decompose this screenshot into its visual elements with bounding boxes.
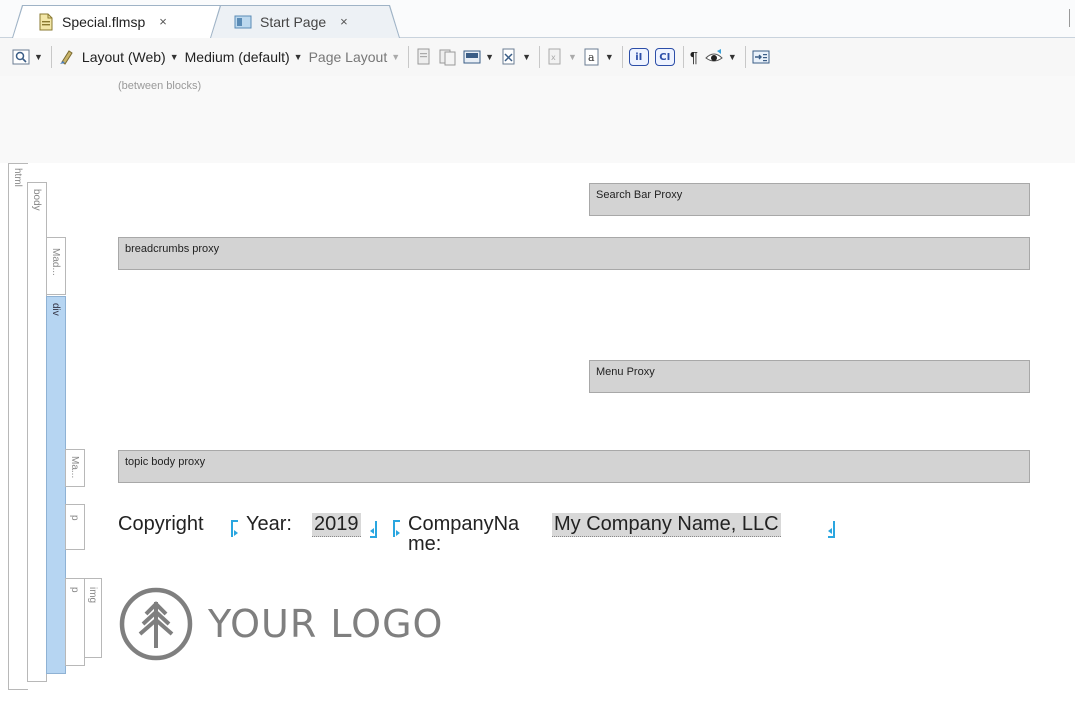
structure-label-body: body xyxy=(31,189,42,211)
chevron-down-icon: ▼ xyxy=(293,52,303,62)
variable-end-bracket-icon xyxy=(828,521,835,538)
chevron-down-icon: ▼ xyxy=(391,52,401,62)
close-icon[interactable]: × xyxy=(340,14,348,29)
insert-ci-button[interactable]: CI xyxy=(654,45,675,69)
structure-bar-div[interactable]: div xyxy=(46,296,66,674)
structure-label-img: img xyxy=(87,587,98,604)
chevron-down-icon: ▼ xyxy=(727,52,737,62)
magnifier-page-icon xyxy=(12,49,30,65)
image-frame-icon xyxy=(463,50,481,64)
variable-end-bracket-icon xyxy=(370,521,377,538)
preview-dropdown[interactable]: ▼ xyxy=(12,45,43,69)
close-icon[interactable]: × xyxy=(159,14,167,29)
tab-label: Start Page xyxy=(260,13,327,30)
structure-bar-img[interactable]: img xyxy=(84,578,102,658)
structure-bar-html[interactable]: html xyxy=(8,163,28,690)
remove-dropdown[interactable]: ▼ xyxy=(500,45,531,69)
text-dropdown[interactable]: a ▼ xyxy=(583,45,614,69)
layout-label: Layout (Web) xyxy=(81,49,166,65)
structure-bar-body[interactable]: body xyxy=(27,182,47,682)
variable-start-bracket-icon xyxy=(231,520,238,537)
svg-text:x: x xyxy=(551,53,556,62)
variable-dropdown[interactable]: x ▼ xyxy=(546,45,577,69)
year-variable-label: Year: xyxy=(246,513,292,535)
visibility-dropdown[interactable]: ▼ xyxy=(704,45,737,69)
text-a-icon: a xyxy=(584,48,599,66)
layout-dropdown[interactable]: Layout (Web) ▼ xyxy=(82,45,179,69)
copyright-text: Copyright xyxy=(118,513,204,535)
page-layout-label: Page Layout xyxy=(308,49,388,65)
structure-bar-ma[interactable]: Ma... xyxy=(65,449,85,487)
file-icon xyxy=(39,13,53,30)
menu-proxy[interactable]: Menu Proxy xyxy=(589,360,1030,393)
structure-label-html: html xyxy=(12,168,23,187)
ci-icon: CI xyxy=(654,48,675,66)
start-page-icon xyxy=(234,15,252,28)
document-tab-bar: Special.flmsp × Start Page × xyxy=(0,0,1075,38)
copyright-paragraph[interactable]: Copyright Year: 2019 CompanyNa me: My Co… xyxy=(118,510,858,560)
show-marks-button[interactable]: ¶ xyxy=(690,45,698,69)
page-icon-button-2[interactable] xyxy=(439,45,457,69)
page-gray-icon xyxy=(417,48,430,65)
page-layout-dropdown[interactable]: Page Layout ▼ xyxy=(309,45,401,69)
logo-text: YOUR LOGO xyxy=(208,602,444,646)
between-blocks-label: (between blocks) xyxy=(118,80,202,92)
structure-label-p: p xyxy=(69,515,80,521)
tab-overflow-handle[interactable] xyxy=(1069,9,1075,27)
image-dropdown[interactable]: ▼ xyxy=(463,45,494,69)
structure-label-ma: Ma... xyxy=(69,456,80,479)
company-logo-image[interactable]: YOUR LOGO xyxy=(118,584,458,664)
structure-bar-mad[interactable]: Mad... xyxy=(46,237,66,295)
variable-start-bracket-icon xyxy=(393,520,400,537)
tab-special-flmsp[interactable]: Special.flmsp × xyxy=(12,5,234,38)
company-variable-label-wrap: me: xyxy=(408,537,442,552)
chevron-down-icon: ▼ xyxy=(522,52,531,62)
insert-block-button[interactable] xyxy=(752,45,770,69)
company-variable-label: CompanyNa xyxy=(408,513,520,535)
chevron-down-icon: ▼ xyxy=(485,52,495,62)
chevron-down-icon: ▼ xyxy=(169,52,179,62)
breadcrumbs-proxy[interactable]: breadcrumbs proxy xyxy=(118,237,1030,270)
pilcrow-icon: ¶ xyxy=(689,48,698,66)
xml-editor-area[interactable]: (between blocks) html body Mad... div Ma… xyxy=(0,76,1075,724)
ii-icon: iI xyxy=(628,48,649,66)
tree-logo-icon xyxy=(119,587,193,661)
arrow-into-box-icon xyxy=(752,50,770,64)
page-x-gray-icon: x xyxy=(548,48,561,65)
page-x-icon xyxy=(502,48,515,65)
chevron-down-icon: ▼ xyxy=(604,52,614,62)
company-variable-value[interactable]: My Company Name, LLC xyxy=(552,513,781,537)
structure-bar-p1[interactable]: p xyxy=(65,504,85,550)
editor-toolbar: ▼ Layout (Web) ▼ Medium (default) ▼ Page… xyxy=(0,38,1075,76)
medium-dropdown[interactable]: Medium (default) ▼ xyxy=(185,45,303,69)
search-bar-proxy[interactable]: Search Bar Proxy xyxy=(589,183,1030,216)
topic-body-proxy[interactable]: topic body proxy xyxy=(118,450,1030,483)
eye-icon xyxy=(705,49,723,62)
medium-label: Medium (default) xyxy=(184,49,290,65)
structure-label-p: p xyxy=(69,587,80,593)
between-blocks-region[interactable]: (between blocks) xyxy=(0,76,1075,163)
structure-label-mad: Mad... xyxy=(50,248,61,276)
pages-gray-icon xyxy=(439,49,456,66)
svg-text:a: a xyxy=(588,51,595,64)
structure-label-div: div xyxy=(50,303,61,316)
insert-ii-button[interactable]: iI xyxy=(628,45,649,69)
year-variable-value[interactable]: 2019 xyxy=(312,513,361,537)
structure-bar-p2[interactable]: p xyxy=(65,578,85,666)
tab-start-page[interactable]: Start Page × xyxy=(210,5,400,38)
tab-label: Special.flmsp xyxy=(62,13,146,30)
page-icon-button-1[interactable] xyxy=(415,45,433,69)
paintbrush-icon xyxy=(59,50,73,65)
style-picker-button[interactable] xyxy=(58,45,76,69)
chevron-down-icon: ▼ xyxy=(567,52,577,62)
